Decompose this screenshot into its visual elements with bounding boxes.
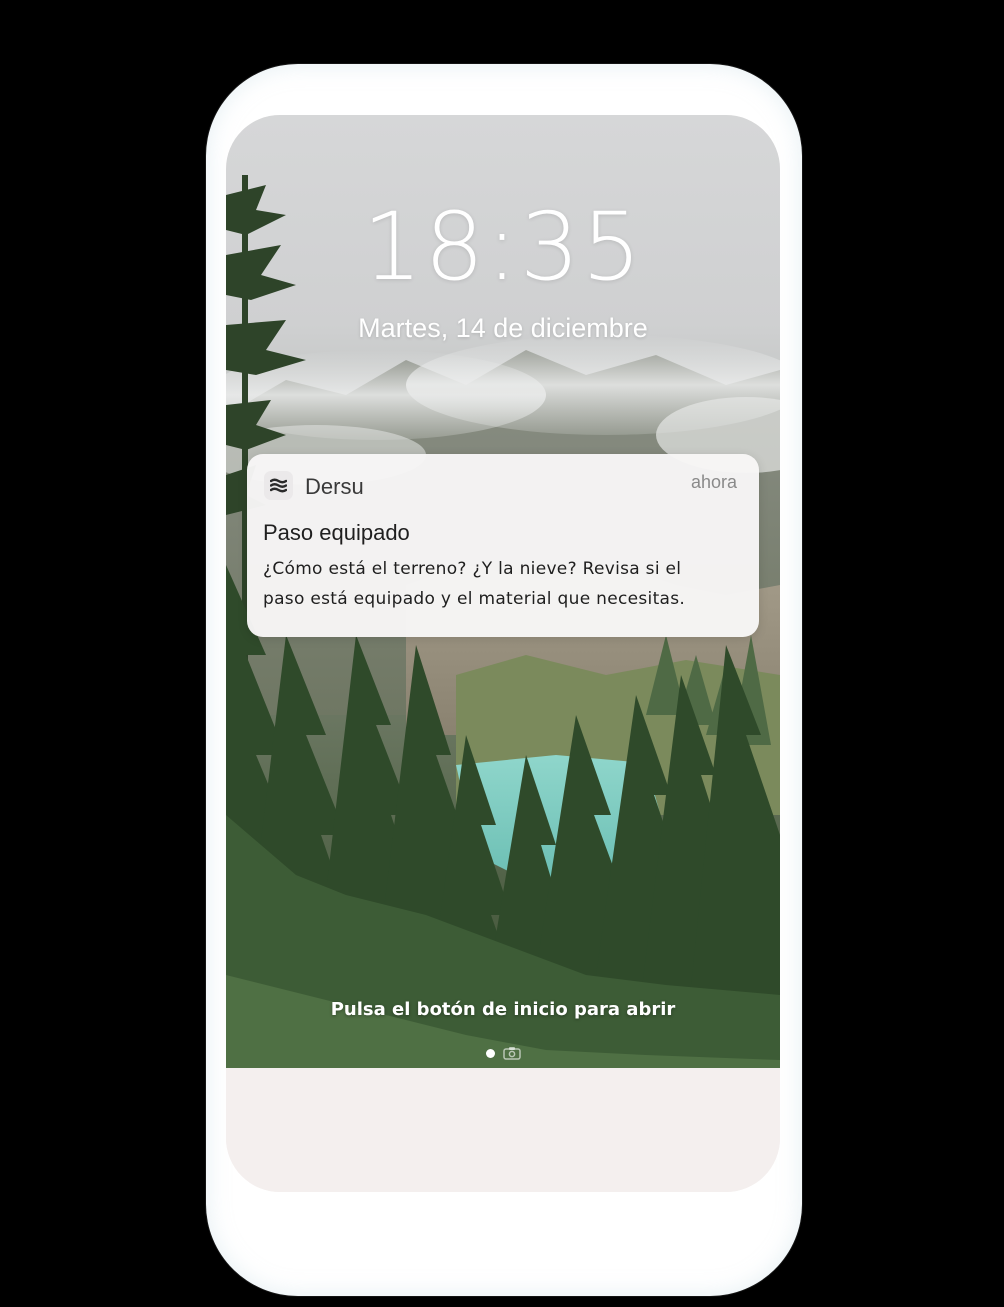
page-dot-active xyxy=(485,1048,495,1058)
unlock-hint: Pulsa el botón de inicio para abrir xyxy=(330,999,676,1020)
lockscreen-date: Martes, 14 de diciembre xyxy=(358,313,648,343)
notification-card[interactable]: Dersu ahora Paso equipado ¿Cómo está el … xyxy=(247,454,759,637)
screen-bottom-area xyxy=(226,1068,780,1192)
notification-body-line: ¿Cómo está el terreno? ¿Y la nieve? Revi… xyxy=(263,559,682,579)
lockscreen-clock: 18:35 xyxy=(362,193,644,302)
notification-title: Paso equipado xyxy=(263,520,410,545)
camera-icon[interactable] xyxy=(502,1046,521,1060)
phone-screen: 18:35 Martes, 14 de diciembre Dersu ahor… xyxy=(226,115,780,1192)
notification-body-line: paso está equipado y el material que nec… xyxy=(263,589,686,609)
notification-time: ahora xyxy=(690,472,737,492)
notification-body: ¿Cómo está el terreno? ¿Y la nieve? Revi… xyxy=(263,554,743,614)
dersu-layers-icon xyxy=(264,471,293,500)
notification-app-name: Dersu xyxy=(305,474,364,499)
page-indicator xyxy=(226,1045,780,1061)
